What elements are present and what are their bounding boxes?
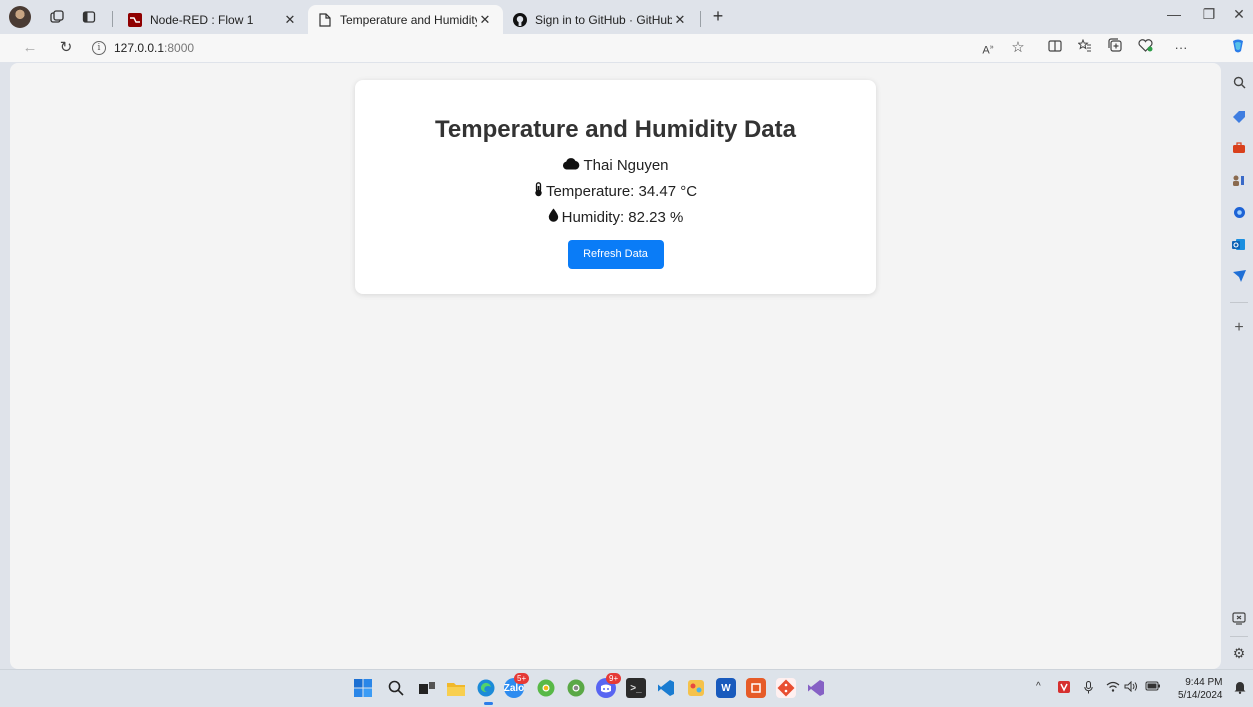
location-text: Thai Nguyen [583,156,669,174]
file-explorer-icon[interactable] [446,678,466,698]
clock-date: 5/14/2024 [1178,690,1223,701]
back-button[interactable]: ← [20,38,40,58]
copilot-icon[interactable] [1228,38,1248,58]
send-icon[interactable] [1231,268,1247,284]
outlook-icon[interactable] [1231,236,1247,252]
more-options-icon[interactable]: ··· [1171,38,1191,58]
battery-icon[interactable] [1145,681,1161,694]
tab-title: Sign in to GitHub · GitHub [535,12,672,27]
hide-sidebar-icon[interactable] [1231,610,1247,626]
chrome-dev-icon[interactable] [566,678,586,698]
tab-temperature[interactable]: Temperature and Humidity Data ✕ [308,5,503,34]
read-aloud-icon[interactable]: A» [978,38,998,58]
tab-actions-icon[interactable] [77,5,101,29]
search-icon[interactable] [386,678,406,698]
notification-bell-icon[interactable] [1234,680,1246,697]
taskbar: Zalo 5+ 9+ >_ W ^ 9:44 PM 5/14/2024 [0,669,1253,707]
task-view-icon[interactable] [417,678,437,698]
page-icon [318,12,332,27]
new-tab-button[interactable]: + [708,7,728,27]
sidebar-divider [1230,302,1248,303]
refresh-data-button[interactable]: Refresh Data [567,240,664,269]
microphone-icon[interactable] [1084,681,1093,697]
profile-avatar[interactable] [9,6,31,28]
close-window-button[interactable]: ✕ [1224,6,1253,28]
git-icon[interactable] [776,678,796,698]
tab-separator [700,11,701,27]
vscode-icon[interactable] [656,678,676,698]
favorite-star-icon[interactable]: ☆ [1008,38,1028,58]
humidity-row: Humidity: 82.23 % [355,208,876,226]
sidebar-divider [1230,636,1248,637]
tab-title: Temperature and Humidity Data [340,12,477,27]
page-viewport: Temperature and Humidity Data Thai Nguye… [10,63,1221,669]
browser-toolbar: ← ↻ i 127.0.0.1:8000 A» ☆ ··· [0,34,1253,62]
close-icon[interactable]: ✕ [477,12,493,28]
info-icon[interactable]: i [92,41,106,55]
tab-title: Node-RED : Flow 1 [150,12,254,27]
collections-icon[interactable] [1105,38,1125,58]
wifi-icon[interactable] [1106,681,1120,695]
tab-separator [112,11,113,27]
settings-gear-icon[interactable]: ⚙ [1231,645,1247,661]
browser-essentials-icon[interactable] [1135,38,1155,58]
split-screen-icon[interactable] [1045,38,1065,58]
temperature-text: Temperature: 34.47 °C [545,182,698,200]
url-port: :8000 [164,41,195,55]
tab-github[interactable]: Sign in to GitHub · GitHub ✕ [503,5,698,34]
address-bar[interactable]: i 127.0.0.1:8000 [88,36,908,60]
show-hidden-icons-icon[interactable]: ^ [1036,681,1041,692]
zalo-badge: 5+ [514,673,530,684]
windows-start-icon[interactable] [353,678,373,698]
favorites-icon[interactable] [1075,38,1095,58]
close-icon[interactable]: ✕ [282,12,298,28]
shopping-tag-icon[interactable] [1231,108,1247,124]
temperature-row: Temperature: 34.47 °C [355,181,876,201]
url-host: 127.0.0.1 [114,41,165,55]
visual-studio-icon[interactable] [806,678,826,698]
terminal-icon[interactable]: >_ [626,678,646,698]
word-icon[interactable]: W [716,678,736,698]
node-red-icon [128,12,142,27]
ink-app-icon[interactable] [746,678,766,698]
page-title: Temperature and Humidity Data [435,116,796,143]
taskbar-clock[interactable]: 9:44 PM 5/14/2024 [1178,676,1223,702]
discord-badge: 9+ [606,673,622,684]
reload-button[interactable]: ↻ [56,38,76,58]
edge-sidebar: + ⚙ [1225,62,1253,669]
antivirus-icon[interactable] [1058,681,1070,696]
volume-icon[interactable] [1124,680,1138,695]
thermometer-icon [534,181,543,201]
humidity-text: Humidity: 82.23 % [561,208,684,226]
minimize-button[interactable]: — [1159,6,1189,28]
active-app-indicator [484,702,493,705]
tools-briefcase-icon[interactable] [1231,140,1247,156]
microsoft-365-icon[interactable] [1231,204,1247,220]
github-icon [513,12,527,27]
weather-card: Temperature and Humidity Data Thai Nguye… [355,80,876,294]
cloud-icon [562,157,580,174]
search-icon[interactable] [1231,74,1247,90]
workspaces-icon[interactable] [45,5,69,29]
close-icon[interactable]: ✕ [672,12,688,28]
chrome-canary-icon[interactable] [536,678,556,698]
clock-time: 9:44 PM [1185,677,1223,688]
tab-node-red[interactable]: Node-RED : Flow 1 ✕ [118,5,308,34]
paint-icon[interactable] [686,678,706,698]
location-row: Thai Nguyen [355,156,876,174]
games-icon[interactable] [1231,172,1247,188]
droplet-icon [548,208,559,226]
restore-button[interactable]: ❐ [1194,6,1224,28]
add-icon[interactable]: + [1231,319,1247,336]
edge-browser-icon[interactable] [476,678,496,698]
